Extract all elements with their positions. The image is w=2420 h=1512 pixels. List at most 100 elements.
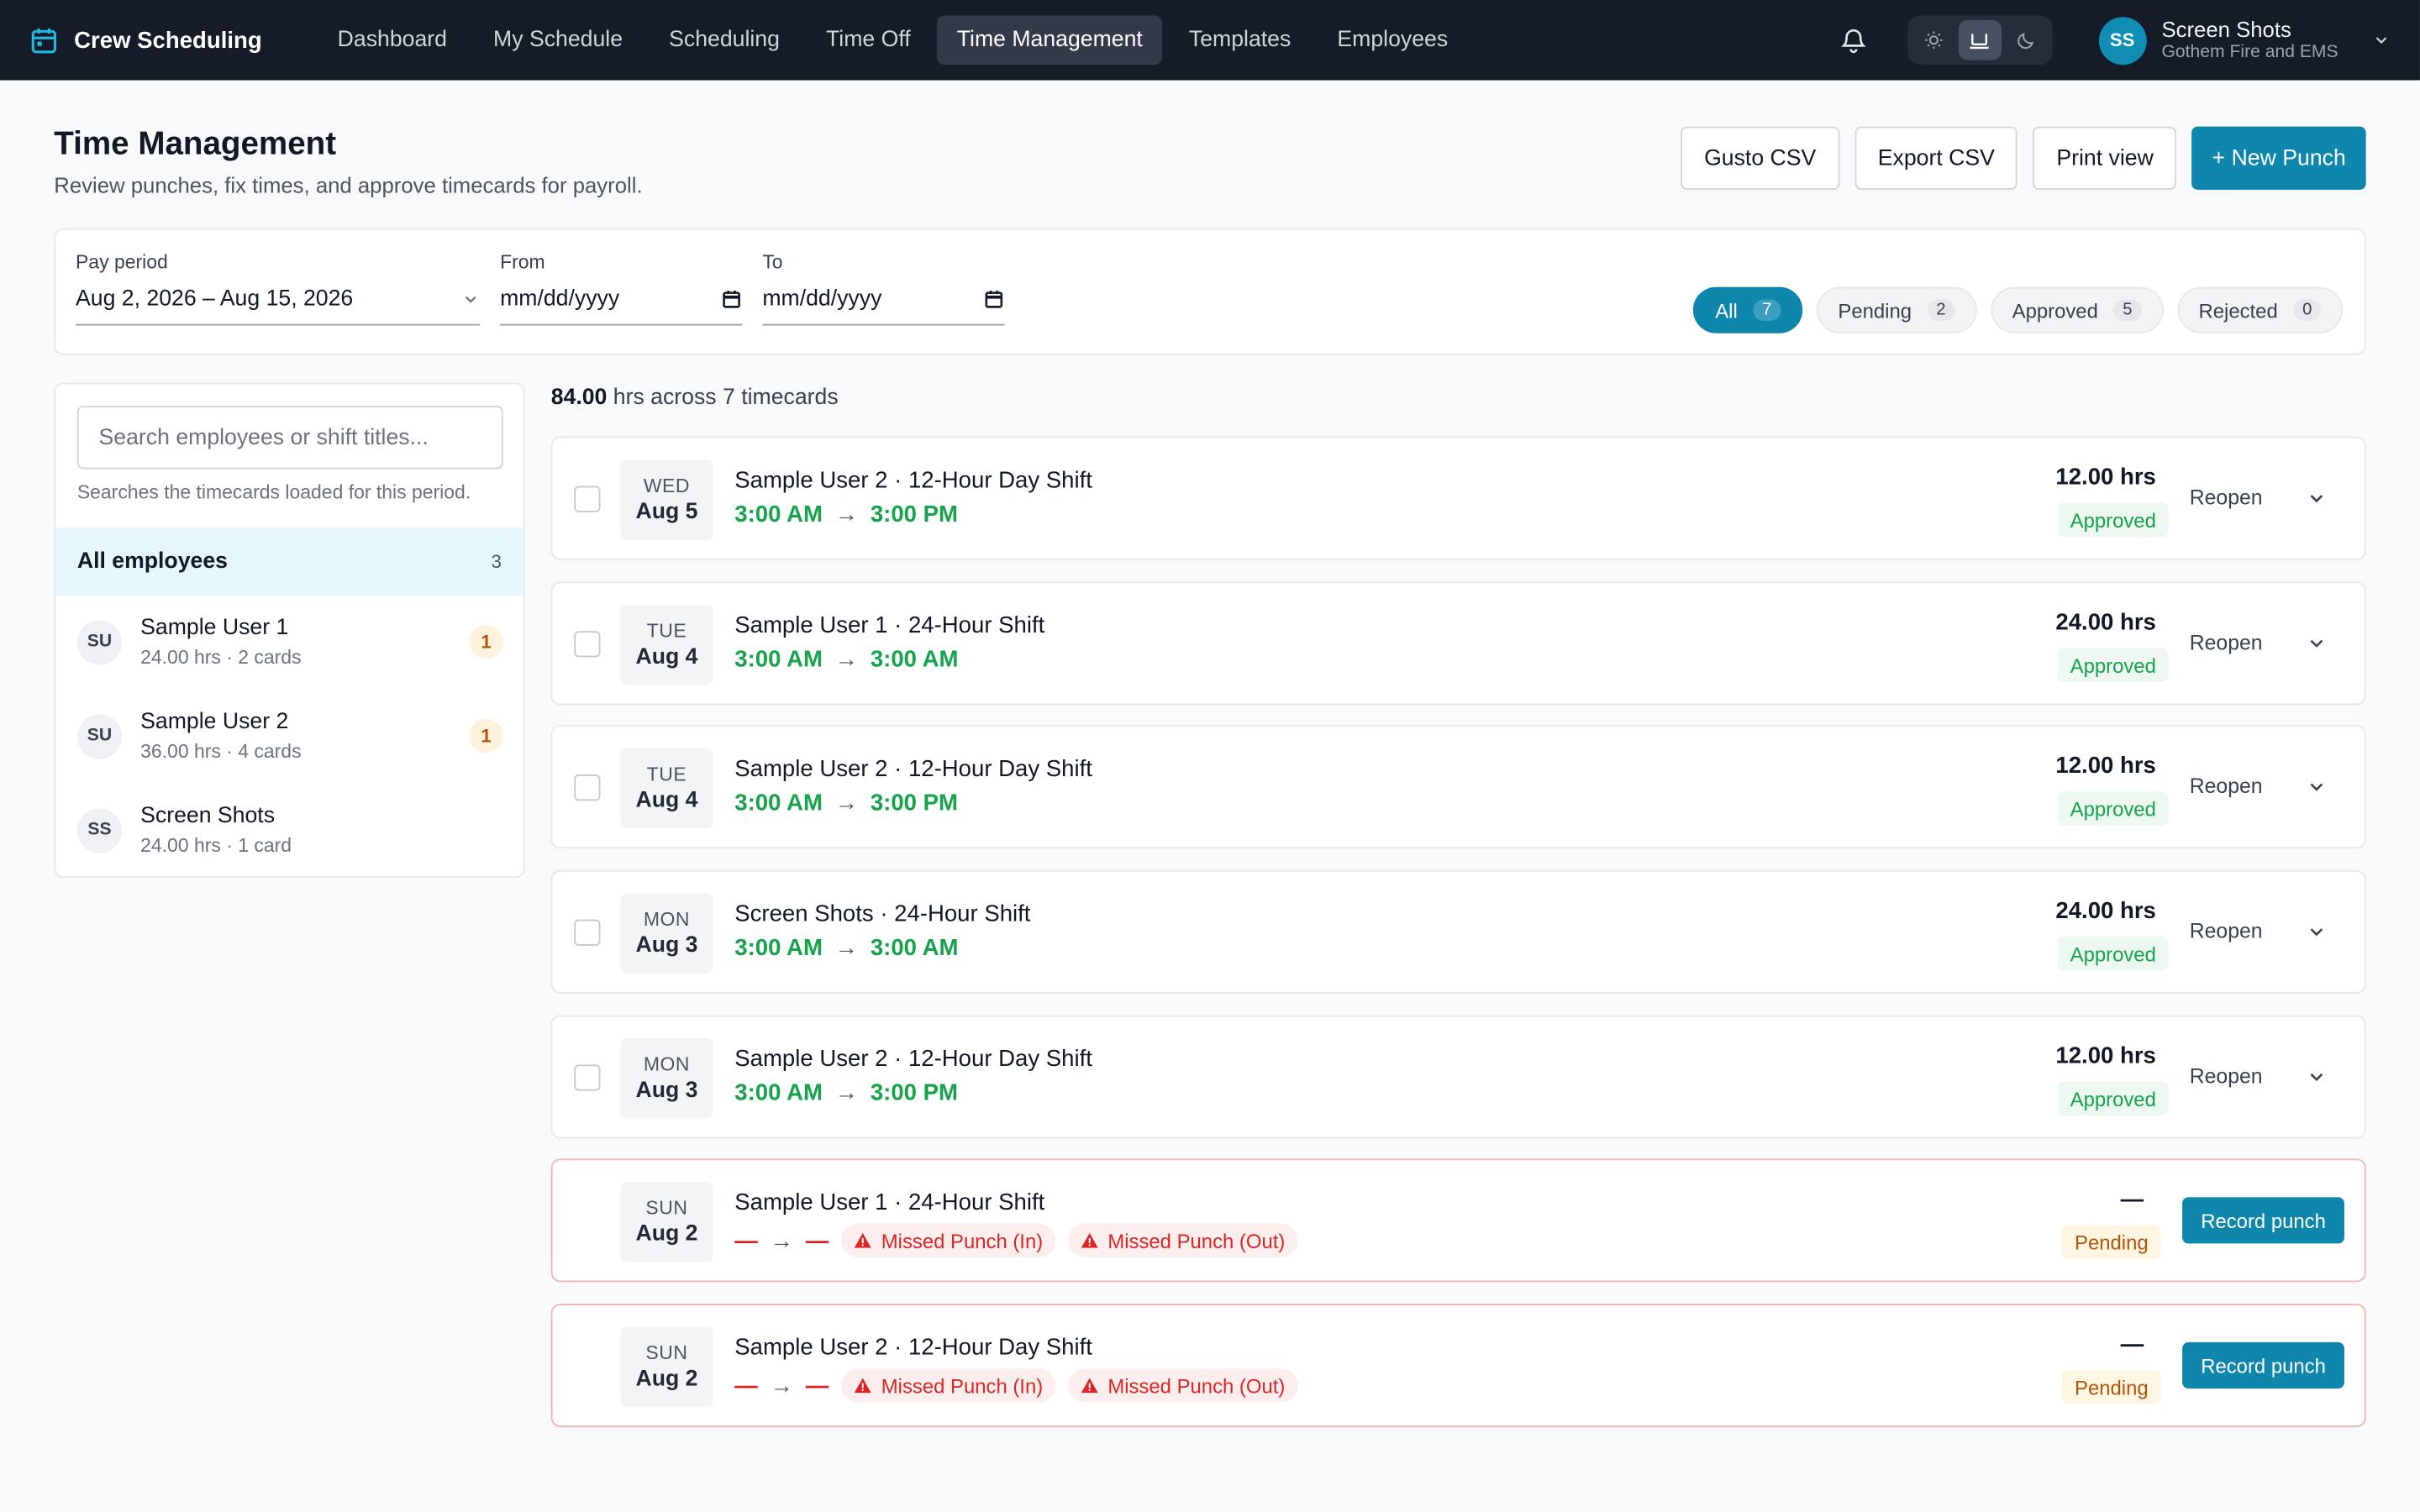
month-day: Aug 4 xyxy=(635,644,698,670)
from-field: From mm/dd/yyyy xyxy=(500,251,743,326)
employee-item[interactable]: SU Sample User 2 36.00 hrs · 4 cards 1 xyxy=(76,699,503,773)
start-time: 3:00 AM xyxy=(734,646,823,673)
theme-dark-button[interactable] xyxy=(2004,20,2047,60)
brand[interactable]: Crew Scheduling xyxy=(29,25,262,55)
timecard-hours: 12.00 hrs xyxy=(2055,753,2156,780)
warning-icon xyxy=(1081,1232,1098,1248)
date-box: MON Aug 3 xyxy=(620,1038,713,1119)
employee-item[interactable]: SU Sample User 1 24.00 hrs · 2 cards 1 xyxy=(76,605,503,679)
reopen-button[interactable]: Reopen xyxy=(2190,1064,2263,1088)
bell-icon xyxy=(1840,29,1865,54)
chevron-down-icon[interactable] xyxy=(2306,1066,2328,1088)
date-box: SUN Aug 2 xyxy=(620,1181,713,1263)
filter-all-pill[interactable]: All 7 xyxy=(1693,286,1803,333)
new-punch-button[interactable]: + New Punch xyxy=(2191,126,2366,190)
employee-text: Sample User 1 24.00 hrs · 2 cards xyxy=(140,616,301,668)
filter-pending-pill[interactable]: Pending 2 xyxy=(1816,286,1977,333)
reopen-button[interactable]: Reopen xyxy=(2190,920,2263,943)
timecard-checkbox[interactable] xyxy=(574,486,601,512)
calendar-icon xyxy=(31,27,57,53)
missed-punch-in-label: Missed Punch (In) xyxy=(881,1228,1044,1252)
timecard-checkbox[interactable] xyxy=(574,1064,601,1091)
record-punch-button[interactable]: Record punch xyxy=(2182,1341,2344,1389)
nav-time-management[interactable]: Time Management xyxy=(936,15,1163,66)
employee-search-input[interactable] xyxy=(76,406,503,470)
punch-times: — → — Missed Punch (In) Missed Punch (Ou… xyxy=(734,1368,1298,1403)
timecard: TUE Aug 4 Sample User 2 · 12-Hour Day Sh… xyxy=(550,725,2366,849)
timecard-checkbox[interactable] xyxy=(574,631,601,658)
nav-scheduling[interactable]: Scheduling xyxy=(649,15,800,65)
pay-period-select[interactable]: Aug 2, 2026 – Aug 15, 2026 xyxy=(75,286,481,326)
page-subtitle: Review punches, fix times, and approve t… xyxy=(54,172,643,198)
chevron-down-icon[interactable] xyxy=(2306,633,2328,654)
filter-approved-pill[interactable]: Approved 5 xyxy=(1990,286,2164,333)
timecard: MON Aug 3 Sample User 2 · 12-Hour Day Sh… xyxy=(550,1015,2366,1139)
all-employees-label: All employees xyxy=(76,549,228,575)
arrow-right-icon: → xyxy=(834,935,859,962)
timecard-title: Sample User 2 · 12-Hour Day Shift xyxy=(734,1046,1092,1073)
nav-employees[interactable]: Employees xyxy=(1318,15,1469,65)
arrow-right-icon: → xyxy=(834,790,859,816)
pill-count: 7 xyxy=(1753,299,1781,322)
user-menu[interactable]: SS Screen Shots Gothem Fire and EMS xyxy=(2098,16,2391,65)
timecard-hours: 24.00 hrs xyxy=(2055,609,2156,636)
filter-bar: Pay period Aug 2, 2026 – Aug 15, 2026 Fr… xyxy=(54,228,2366,355)
to-date-input[interactable]: mm/dd/yyyy xyxy=(762,287,1005,326)
month-day: Aug 3 xyxy=(635,1078,698,1104)
date-box: TUE Aug 4 xyxy=(620,604,713,685)
to-field: To mm/dd/yyyy xyxy=(762,251,1005,326)
end-time: 3:00 PM xyxy=(870,501,958,528)
nav-time-off[interactable]: Time Off xyxy=(806,15,930,65)
day-of-week: MON xyxy=(643,908,691,931)
gusto-csv-button[interactable]: Gusto CSV xyxy=(1681,126,1839,190)
theme-system-button[interactable] xyxy=(1958,19,2002,60)
page-title: Time Management xyxy=(54,126,337,162)
notifications-button[interactable] xyxy=(1836,24,1870,57)
nav-my-schedule[interactable]: My Schedule xyxy=(473,15,643,65)
search-hint: Searches the timecards loaded for this p… xyxy=(76,481,471,503)
timecard-checkbox[interactable] xyxy=(574,919,601,946)
pill-count: 2 xyxy=(1927,299,1955,322)
calendar-icon xyxy=(723,291,740,308)
end-time: 3:00 PM xyxy=(870,790,958,816)
month-day: Aug 2 xyxy=(635,1367,698,1392)
chevron-down-icon[interactable] xyxy=(2306,921,2328,943)
app-name: Crew Scheduling xyxy=(74,27,262,54)
from-date-input[interactable]: mm/dd/yyyy xyxy=(500,287,743,326)
day-of-week: TUE xyxy=(646,620,687,643)
timecard-hours: 24.00 hrs xyxy=(2055,897,2156,925)
nav-templates[interactable]: Templates xyxy=(1169,15,1311,65)
export-csv-button[interactable]: Export CSV xyxy=(1854,126,2018,190)
header-text: Time Management Review punches, fix time… xyxy=(54,127,642,197)
calendar-icon xyxy=(985,291,1003,308)
timecard: TUE Aug 4 Sample User 1 · 24-Hour Shift … xyxy=(550,581,2366,706)
avatar: SU xyxy=(76,619,123,664)
page-header: Time Management Review punches, fix time… xyxy=(54,126,2366,197)
nav-dashboard[interactable]: Dashboard xyxy=(318,15,467,65)
chevron-down-icon[interactable] xyxy=(2306,776,2328,798)
employee-name: Sample User 2 xyxy=(140,709,289,735)
timecard-title: Sample User 2 · 12-Hour Day Shift xyxy=(734,1334,1092,1361)
reopen-button[interactable]: Reopen xyxy=(2190,486,2263,510)
filter-rejected-pill[interactable]: Rejected 0 xyxy=(2176,286,2344,333)
warning-icon xyxy=(854,1378,871,1394)
theme-light-button[interactable] xyxy=(1912,20,1954,60)
chevron-down-icon[interactable] xyxy=(2306,487,2328,509)
timecard-checkbox[interactable] xyxy=(574,774,601,801)
record-punch-button[interactable]: Record punch xyxy=(2182,1197,2344,1244)
reopen-button[interactable]: Reopen xyxy=(2190,631,2263,654)
start-time: 3:00 AM xyxy=(734,501,823,528)
pay-period-value: Aug 2, 2026 – Aug 15, 2026 xyxy=(75,286,354,312)
start-time: 3:00 AM xyxy=(734,1079,823,1106)
all-employees-count: 3 xyxy=(491,550,502,573)
all-employees-item[interactable]: All employees 3 xyxy=(55,528,523,596)
print-view-button[interactable]: Print view xyxy=(2033,126,2177,190)
timecard-hours: — xyxy=(2120,1331,2144,1358)
nav-right: SS Screen Shots Gothem Fire and EMS xyxy=(1836,15,2391,66)
start-time: — xyxy=(734,1372,758,1399)
employee-name: Screen Shots xyxy=(140,803,276,829)
missed-punch-out-label: Missed Punch (Out) xyxy=(1107,1228,1286,1252)
reopen-button[interactable]: Reopen xyxy=(2190,774,2263,798)
nav-links: Dashboard My Schedule Scheduling Time Of… xyxy=(318,15,1469,66)
employee-item[interactable]: SS Screen Shots 24.00 hrs · 1 card xyxy=(76,793,503,867)
